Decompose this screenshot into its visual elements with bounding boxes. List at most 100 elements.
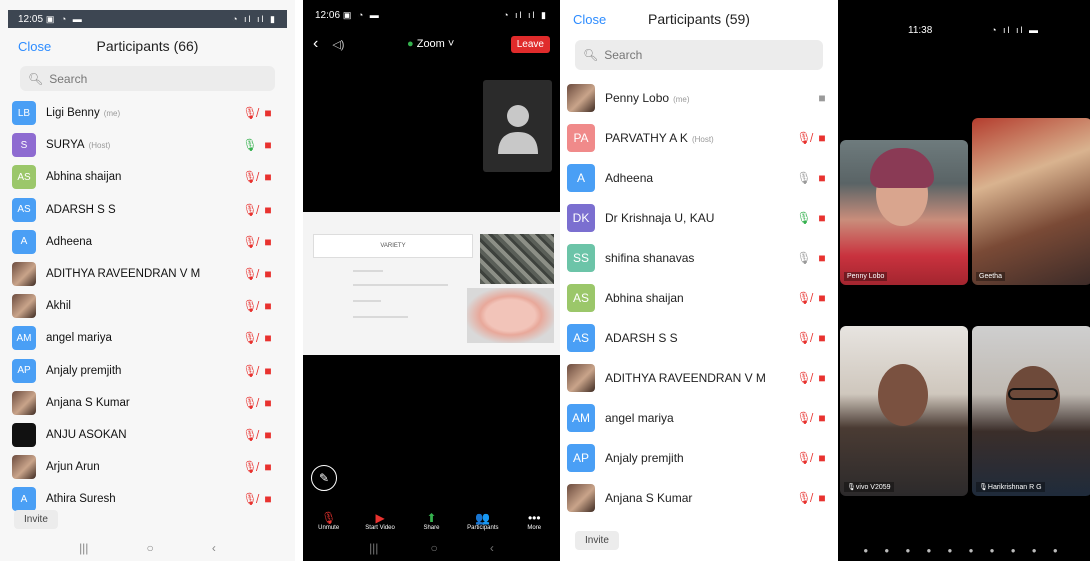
back-icon[interactable]: ‹ <box>212 541 216 555</box>
participant-row[interactable]: AS Abhina shaijan 🎙︎̸ ■ <box>561 278 837 318</box>
search-input[interactable]: 🔍︎ Search <box>575 40 823 70</box>
status-icons: ◔ ıl ıl ▮ <box>232 13 277 24</box>
participant-row[interactable]: AS ADARSH S S 🎙︎̸ ■ <box>561 318 837 358</box>
video-off-icon: ■ <box>264 234 272 249</box>
video-tile-name: Geetha <box>976 272 1005 281</box>
screenshot-collage: 12:05 ▣ ◔ ▬ ◔ ıl ıl ▮ Close Participants… <box>0 0 1090 561</box>
participant-row[interactable]: Penny Lobo (me) ■ <box>561 78 837 118</box>
avatar: AM <box>567 404 595 432</box>
video-off-icon: ■ <box>818 331 826 345</box>
avatar <box>12 455 36 480</box>
participant-row[interactable]: DK Dr Krishnaja U, KAU 🎙︎ ■ <box>561 198 837 238</box>
video-tile-name: Penny Lobo <box>844 272 888 281</box>
status-time: 12:06 ▣ ◔ ▬ <box>315 9 381 21</box>
meeting-screen: 12:06 ▣ ◔ ▬ ◔ ıl ıl ▮ ‹ ◁) ● Zoom ˅ Leav… <box>303 0 560 561</box>
mic-muted-icon: 🎙︎̸ <box>242 106 258 121</box>
participant-row[interactable]: Arjun Arun 🎙︎̸ ■ <box>0 451 295 483</box>
android-nav-bar: ||| ○ ‹ <box>303 535 560 561</box>
participant-name: Akhil <box>46 300 71 313</box>
participant-row[interactable]: Akhil 🎙︎̸ ■ <box>0 290 295 322</box>
recent-apps-icon[interactable]: ||| <box>369 541 378 555</box>
participant-row[interactable]: AP Anjaly premjith 🎙︎̸ ■ <box>561 438 837 478</box>
mic-icon: 🎙︎ <box>796 251 812 265</box>
participant-row[interactable]: AS Abhina shaijan 🎙︎̸ ■ <box>0 161 295 193</box>
video-off-icon: ■ <box>264 106 272 121</box>
home-icon[interactable]: ○ <box>147 541 154 555</box>
video-off-icon: ■ <box>818 451 826 465</box>
video-tile[interactable]: 🎙Harikrishnan R G <box>972 326 1090 496</box>
avatar: PA <box>567 124 595 152</box>
participant-row[interactable]: PA PARVATHY A K (Host) 🎙︎̸ ■ <box>561 118 837 158</box>
participant-row[interactable]: A Adheena 🎙︎ ■ <box>561 158 837 198</box>
participant-row[interactable]: AP Anjaly premjith 🎙︎̸ ■ <box>0 355 295 387</box>
mic-muted-button[interactable]: 🎙 Unmute <box>306 511 352 531</box>
participant-name: ADARSH S S <box>46 203 116 216</box>
avatar: AM <box>12 326 36 351</box>
video-tile[interactable]: 🎙vivo V2059 <box>840 326 968 496</box>
participant-name: shifina shanavas <box>605 251 695 265</box>
slide-text-line <box>353 270 383 272</box>
close-button[interactable]: Close <box>18 39 51 54</box>
avatar: S <box>12 133 36 158</box>
participants-button[interactable]: 👥 Participants <box>460 511 506 531</box>
invite-button[interactable]: Invite <box>14 509 58 529</box>
annotate-pen-button[interactable]: ✎ <box>311 465 337 491</box>
speaker-icon[interactable]: ◁) <box>332 38 344 51</box>
participant-row[interactable]: ANJU ASOKAN 🎙︎̸ ■ <box>0 419 295 451</box>
participant-row[interactable]: AS ADARSH S S 🎙︎̸ ■ <box>0 194 295 226</box>
video-off-icon: ■ <box>818 411 826 425</box>
slide-text-line <box>353 284 448 286</box>
participant-row[interactable]: Anjana S Kumar 🎙︎̸ ■ <box>0 387 295 419</box>
video-off-button[interactable]: ▶ Start Video <box>357 511 403 531</box>
mic-muted-icon: 🎙︎̸ <box>242 492 258 507</box>
share-icon: ⬆ <box>426 511 437 525</box>
search-icon: 🔍︎ <box>28 71 44 86</box>
status-bar: 11:38 ◔ ıl ıl ▬ <box>838 0 1090 60</box>
avatar: AS <box>12 197 36 222</box>
video-off-icon: ■ <box>818 131 826 145</box>
participant-row[interactable]: LB Ligi Benny (me) 🎙︎̸ ■ <box>0 97 295 129</box>
participant-row[interactable]: AM angel mariya 🎙︎̸ ■ <box>0 322 295 354</box>
video-off-icon: ■ <box>818 251 826 265</box>
mic-muted-icon: 🎙︎̸ <box>242 427 258 442</box>
avatar <box>12 422 36 447</box>
participant-row[interactable]: ADITHYA RAVEENDRAN V M 🎙︎̸ ■ <box>0 258 295 290</box>
participant-row[interactable]: ADITHYA RAVEENDRAN V M 🎙︎̸ ■ <box>561 358 837 398</box>
video-off-icon: ■ <box>818 291 826 305</box>
self-video-thumbnail[interactable] <box>483 80 552 172</box>
close-button[interactable]: Close <box>573 12 606 27</box>
participant-name: Ligi Benny (me) <box>46 107 121 120</box>
participant-row[interactable]: AM angel mariya 🎙︎̸ ■ <box>561 398 837 438</box>
back-icon[interactable]: ‹ <box>490 541 494 555</box>
shared-screen-slide: VARIETY <box>303 212 560 355</box>
participants-header: Close Participants (59) <box>561 0 837 38</box>
leave-button[interactable]: Leave <box>510 35 550 53</box>
toolbar-label: More <box>527 525 542 531</box>
more-button[interactable]: ••• More <box>511 511 557 531</box>
mic-muted-icon: 🎙︎̸ <box>796 491 812 505</box>
avatar: AS <box>12 165 36 190</box>
participants-title: Participants (66) <box>96 38 199 54</box>
participant-list: LB Ligi Benny (me) 🎙︎̸ ■ S SURYA (Host) 🎙︎ ■ AS Abh… <box>0 97 295 515</box>
participant-row[interactable]: A Adheena 🎙︎̸ ■ <box>0 226 295 258</box>
mic-icon: 🎙︎ <box>242 138 258 153</box>
share-button[interactable]: ⬆ Share <box>408 511 454 531</box>
invite-button[interactable]: Invite <box>575 530 619 550</box>
participant-row[interactable]: S SURYA (Host) 🎙︎ ■ <box>0 129 295 161</box>
participants-header: Close Participants (66) <box>0 28 295 64</box>
back-arrow-icon[interactable]: ‹ <box>313 35 318 53</box>
mic-muted-icon: 🎙︎̸ <box>242 170 258 185</box>
recent-apps-icon[interactable]: ||| <box>79 541 88 555</box>
video-tile[interactable]: Penny Lobo <box>840 140 968 285</box>
slide-text-line <box>353 316 408 318</box>
participant-name: Adheena <box>605 171 654 185</box>
participant-row[interactable]: Anjana S Kumar 🎙︎̸ ■ <box>561 478 837 518</box>
video-tile[interactable]: Geetha <box>972 118 1090 285</box>
search-input[interactable]: 🔍︎ Search <box>20 66 275 91</box>
mic-muted-icon: 🎙︎̸ <box>242 299 258 314</box>
home-icon[interactable]: ○ <box>431 541 438 555</box>
mic-muted-icon: 🎙︎̸ <box>242 267 258 282</box>
participant-row[interactable]: SS shifina shanavas 🎙︎ ■ <box>561 238 837 278</box>
zoom-menu[interactable]: ● Zoom ˅ <box>407 38 454 50</box>
mic-muted-icon: 🎙︎̸ <box>242 395 258 410</box>
